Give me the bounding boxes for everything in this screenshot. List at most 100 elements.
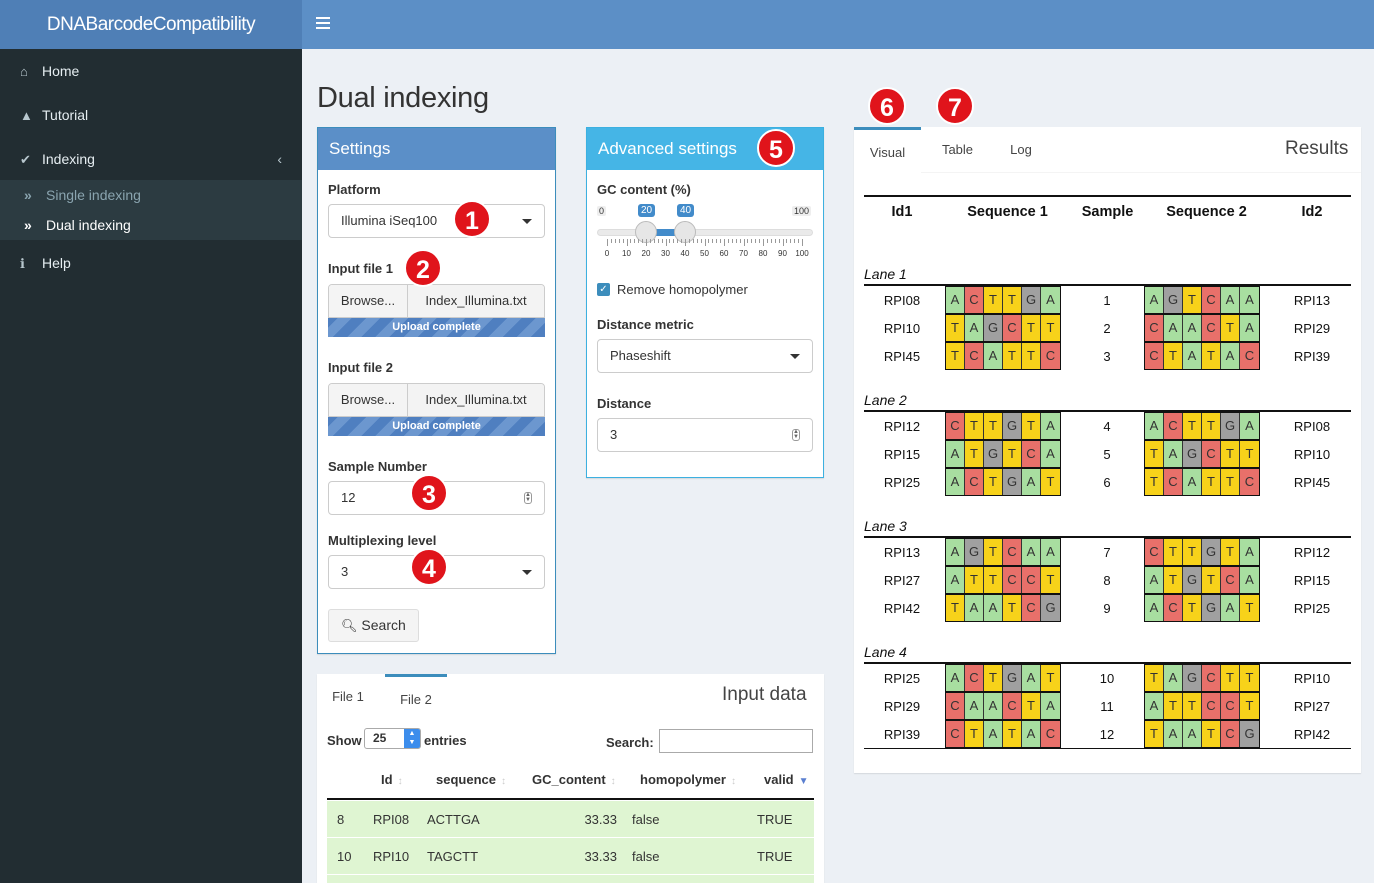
distance-label: Distance — [597, 396, 652, 411]
table-row[interactable] — [327, 874, 814, 883]
nucleotide-cell: C — [1221, 693, 1240, 719]
tab-log[interactable]: Log — [996, 127, 1046, 173]
input-file-1[interactable]: Browse... Index_Illumina.txt — [328, 284, 545, 318]
lane-label: Lane 4 — [864, 644, 907, 660]
col-id[interactable]: Id ↕ — [381, 772, 403, 787]
double-chevron-icon: » — [24, 217, 32, 233]
barcode-sequence: CTATAC — [1144, 342, 1260, 370]
caret-down-icon — [522, 570, 532, 575]
distance-input[interactable]: 3 ▲ ▼ — [597, 418, 813, 452]
entries-select[interactable]: 25 ▲ ▼ — [364, 728, 421, 749]
sidebar-item-home[interactable]: ⌂ Home — [0, 49, 302, 93]
table-search-input[interactable] — [659, 729, 813, 753]
remove-homopolymer-label: Remove homopolymer — [617, 282, 748, 297]
slider-track[interactable] — [597, 229, 813, 236]
barcode-sequence: TAATCG — [945, 594, 1061, 622]
sample-cell: 11 — [1100, 699, 1114, 714]
nucleotide-cell: C — [1003, 693, 1022, 719]
slider-tick — [618, 239, 620, 243]
distance-metric-select[interactable]: Phaseshift — [597, 339, 813, 373]
nucleotide-cell: A — [946, 567, 965, 593]
tab-table[interactable]: Table — [929, 127, 986, 173]
slider-tick — [607, 239, 608, 246]
results-title: Results — [1285, 138, 1349, 159]
nucleotide-cell: T — [946, 343, 965, 369]
id2-cell: RPI12 — [1293, 545, 1331, 560]
sidebar-toggle-icon[interactable] — [316, 14, 330, 30]
nucleotide-cell: A — [1240, 413, 1259, 439]
table-row[interactable]: 10 RPI10 TAGCTT 33.33 false TRUE — [327, 837, 814, 874]
upload-progress-bar: Upload complete — [328, 417, 545, 436]
app-logo[interactable]: DNABarcodeCompatibility — [0, 0, 302, 49]
lane-label: Lane 3 — [864, 518, 907, 534]
nucleotide-cell: A — [1240, 539, 1259, 565]
nucleotide-cell: T — [1183, 539, 1202, 565]
sidebar-item-indexing[interactable]: ✔ Indexing ‹ — [0, 137, 302, 181]
search-button[interactable]: 🔍︎ Search — [328, 609, 419, 642]
tab-file-2[interactable]: File 2 — [385, 674, 447, 720]
nucleotide-cell: C — [1041, 343, 1060, 369]
nucleotide-cell: C — [946, 693, 965, 719]
tab-file-1[interactable]: File 1 — [322, 674, 374, 720]
nucleotide-cell: C — [965, 287, 984, 313]
callout-badge-6: 6 — [868, 87, 906, 125]
browse-button[interactable]: Browse... — [329, 384, 408, 416]
id1-cell: RPI29 — [883, 699, 921, 714]
slider-tick — [712, 239, 714, 243]
slider-tick — [763, 239, 764, 246]
sidebar-item-tutorial[interactable]: ▲ Tutorial — [0, 93, 302, 137]
nucleotide-cell: C — [965, 665, 984, 691]
callout-badge-1: 1 — [453, 200, 491, 238]
col-homopolymer[interactable]: homopolymer ↕ — [640, 772, 736, 787]
slider-tick — [626, 239, 628, 246]
spinner-icon[interactable]: ▲ ▼ — [792, 429, 800, 441]
browse-button[interactable]: Browse... — [329, 285, 408, 317]
table-cell: TRUE — [757, 849, 793, 864]
barcode-sequence: ACTGAT — [1144, 594, 1260, 622]
nucleotide-cell: T — [1145, 441, 1164, 467]
nucleotide-cell: G — [1003, 665, 1022, 691]
sidebar-item-single-indexing[interactable]: » Single indexing — [0, 180, 302, 210]
nucleotide-cell: C — [1022, 595, 1041, 621]
tab-visual[interactable]: Visual — [854, 127, 921, 173]
double-chevron-icon: » — [24, 187, 32, 203]
table-cell: RPI10 — [373, 849, 410, 864]
nucleotide-cell: C — [1022, 441, 1041, 467]
nucleotide-cell: G — [1003, 413, 1022, 439]
col-valid[interactable]: valid ▼ — [764, 772, 809, 787]
nucleotide-cell: T — [1022, 413, 1041, 439]
platform-select[interactable]: Illumina iSeq100 — [328, 204, 545, 238]
table-row[interactable]: 8 RPI08 ACTTGA 33.33 false TRUE — [327, 800, 814, 837]
slider-tick — [751, 239, 753, 243]
col-sequence[interactable]: sequence ↕ — [436, 772, 506, 787]
sample-number-label: Sample Number — [328, 459, 427, 474]
nucleotide-cell: A — [1164, 665, 1183, 691]
nucleotide-cell: A — [946, 441, 965, 467]
nucleotide-cell: T — [1003, 441, 1022, 467]
barcode-sequence: CAACTA — [1144, 314, 1260, 342]
nucleotide-cell: G — [1183, 567, 1202, 593]
slider-tick — [739, 239, 741, 243]
id1-cell: RPI25 — [883, 671, 921, 686]
sidebar-item-dual-indexing[interactable]: » Dual indexing — [0, 210, 302, 240]
sidebar-item-help[interactable]: ℹ Help — [0, 241, 302, 285]
remove-homopolymer-checkbox[interactable]: ✓ — [597, 283, 610, 296]
table-cell: 33.33 — [584, 812, 617, 827]
nucleotide-cell: C — [1202, 693, 1221, 719]
input-file-2[interactable]: Browse... Index_Illumina.txt — [328, 383, 545, 417]
nucleotide-cell: C — [1221, 567, 1240, 593]
slider-tick — [681, 239, 683, 243]
sidebar: ⌂ Home ▲ Tutorial ✔ Indexing ‹ » Single index… — [0, 49, 302, 883]
search-icon: 🔍︎ — [341, 618, 358, 633]
multiplexing-level-label: Multiplexing level — [328, 533, 437, 548]
nucleotide-cell: A — [1221, 595, 1240, 621]
slider-tick — [720, 239, 722, 243]
spinner-icon[interactable]: ▲ ▼ — [524, 492, 532, 504]
wrench-icon: ✔ — [20, 152, 31, 167]
slider-tick — [653, 239, 655, 243]
slider-tick — [782, 239, 784, 246]
search-label: Search: — [606, 735, 654, 750]
barcode-sequence: TCATTC — [1144, 468, 1260, 496]
col-gc-content[interactable]: GC_content ↕ — [532, 772, 616, 787]
table-cell: 10 — [337, 849, 352, 864]
